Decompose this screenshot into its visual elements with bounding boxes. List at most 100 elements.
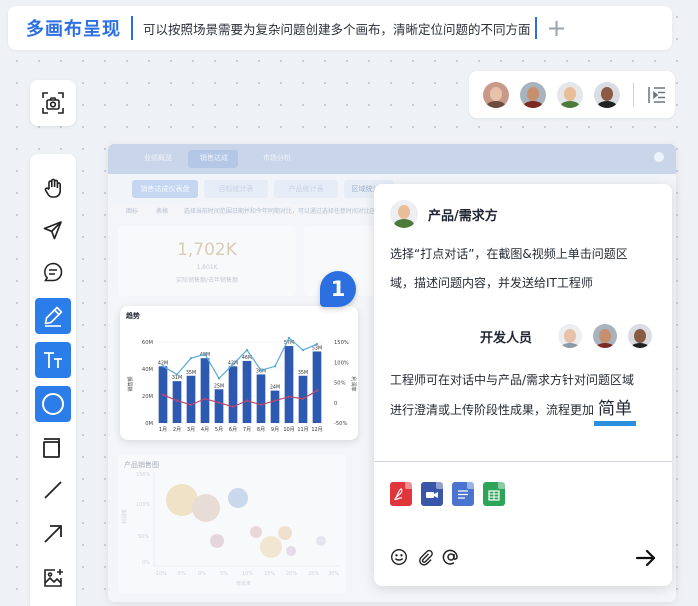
image-icon: [44, 569, 63, 587]
avatar[interactable]: [594, 81, 620, 108]
growth-point: [287, 336, 291, 340]
arrow-tool[interactable]: [35, 516, 71, 552]
margin-point: [203, 397, 207, 400]
message-text: 进行澄清或上传阶段性成果，流程更加: [390, 403, 595, 417]
dash-tab: 业绩概览: [144, 154, 172, 162]
pointer-tool[interactable]: [35, 212, 71, 248]
margin-point: [217, 401, 221, 404]
margin-point: [315, 389, 319, 392]
x-tick: 5月: [215, 427, 223, 433]
x-tick: 9月: [271, 427, 279, 433]
y-tick-right: -50%: [334, 421, 347, 427]
dash-tab: 市场分析: [263, 154, 291, 162]
growth-point: [175, 373, 179, 376]
trend-chart-card[interactable]: 趋势 60M 40M 20M 0M 150% 100% 50% 0 -50% 销售额 利润率 42M 1…: [120, 306, 358, 440]
text-size-icon: [44, 352, 62, 368]
sales-xtick: -10%: [154, 571, 167, 577]
avatar[interactable]: [483, 81, 509, 108]
pen-tool[interactable]: [35, 298, 71, 334]
line-icon: [44, 481, 62, 499]
kpi-card: 1,702K 1,801K 实际销售额/去年销售额: [118, 226, 296, 296]
x-tick: 10月: [283, 427, 294, 433]
y-tick-left: 20M: [142, 394, 153, 400]
growth-point: [217, 377, 221, 380]
avatar[interactable]: [520, 81, 546, 108]
role-dev-label: 开发人员: [480, 330, 533, 346]
sales-ytick: 50%: [138, 534, 149, 540]
screenshot-button[interactable]: [30, 80, 76, 126]
x-tick: 6月: [229, 427, 237, 433]
x-tick: 8月: [257, 427, 265, 433]
filter-chip: 图标: [126, 208, 139, 215]
bar-label: 31M: [172, 375, 182, 381]
page-description: 可以按照场景需要为复杂问题创建多个画布，清晰定位问题的不同方面: [143, 21, 531, 37]
text-tool[interactable]: [35, 342, 71, 378]
send-arrow-icon[interactable]: [634, 546, 658, 570]
growth-point: [189, 357, 193, 360]
y-tick-right: 50%: [334, 381, 346, 387]
product-role-header: 产品/需求方: [390, 200, 498, 228]
avatar: [593, 324, 618, 348]
margin-point: [273, 399, 277, 402]
video-file-icon[interactable]: [421, 482, 443, 506]
annotation-badge[interactable]: 1: [320, 271, 356, 307]
pdf-file-icon[interactable]: [390, 482, 412, 506]
trend-chart: 60M40M20M0M150%100%50%0-50%销售额 利润率42M1月31…: [127, 336, 357, 433]
highlighted-word: 简单: [594, 399, 637, 426]
sales-ylabel: 利润率: [121, 509, 128, 524]
attachment-icon[interactable]: [416, 548, 434, 566]
x-tick: 3月: [187, 427, 195, 433]
avatar: [628, 324, 653, 348]
info-icon: [654, 152, 664, 162]
growth-point: [301, 348, 305, 352]
sales-xtick: 20%: [286, 571, 297, 577]
title-divider: [131, 16, 133, 40]
x-tick: 2月: [173, 427, 181, 433]
pan-tool[interactable]: [35, 170, 71, 206]
bar: [312, 351, 322, 423]
avatar[interactable]: [557, 81, 583, 108]
margin-point: [189, 403, 193, 406]
margin-point: [245, 399, 249, 402]
sales-bubble-chart: 产品销售图 0% 50% 100% 150% -10% -5% 0% 5% 10…: [118, 454, 346, 594]
y-axis-label-right: 利润率: [350, 376, 357, 391]
screenshot-camera-icon: [42, 92, 64, 114]
sales-ytick: 100%: [136, 502, 151, 508]
dashboard-top-nav: 业绩概览 销售达成 市场分析: [108, 144, 676, 174]
margin-line: [162, 390, 318, 408]
doc-file-icon[interactable]: [452, 482, 474, 506]
line-tool[interactable]: [35, 472, 71, 508]
growth-point: [245, 348, 249, 352]
sales-xlabel: 增长率: [236, 580, 251, 587]
bar: [214, 389, 224, 423]
sheet-file-icon[interactable]: [483, 482, 505, 506]
sales-xtick: 30%: [328, 571, 339, 577]
ellipse-tool[interactable]: [35, 386, 71, 422]
comment-tool[interactable]: [35, 254, 71, 290]
drawing-toolbar: [30, 154, 76, 606]
y-tick-left: 0M: [145, 421, 153, 427]
margin-point: [161, 393, 165, 396]
add-canvas-button[interactable]: +: [547, 16, 567, 40]
x-tick: 12月: [311, 427, 322, 433]
bar-label: 35M: [186, 370, 196, 376]
image-tool[interactable]: [35, 560, 71, 596]
developer-role-header: 开发人员: [480, 324, 663, 348]
mention-icon[interactable]: [442, 548, 460, 566]
dash-subtab: 产品统计表: [274, 180, 338, 198]
sales-ytick: 0%: [142, 560, 150, 566]
composer-tools: [390, 548, 460, 566]
bar-label: 24M: [270, 385, 280, 391]
emoji-icon[interactable]: [390, 548, 408, 566]
hand-icon: [44, 178, 61, 198]
rectangle-tool[interactable]: [35, 430, 71, 466]
sales-xtick: -5%: [176, 571, 186, 577]
collapse-panel-icon[interactable]: [645, 83, 669, 107]
sales-ytick: 150%: [136, 472, 151, 478]
bar: [228, 366, 238, 423]
dash-subtab: 销售达成仪表盘: [132, 180, 198, 198]
growth-point: [259, 369, 263, 372]
arrow-icon: [44, 525, 62, 543]
input-divider: [374, 461, 672, 462]
attachments-row: [390, 482, 505, 506]
